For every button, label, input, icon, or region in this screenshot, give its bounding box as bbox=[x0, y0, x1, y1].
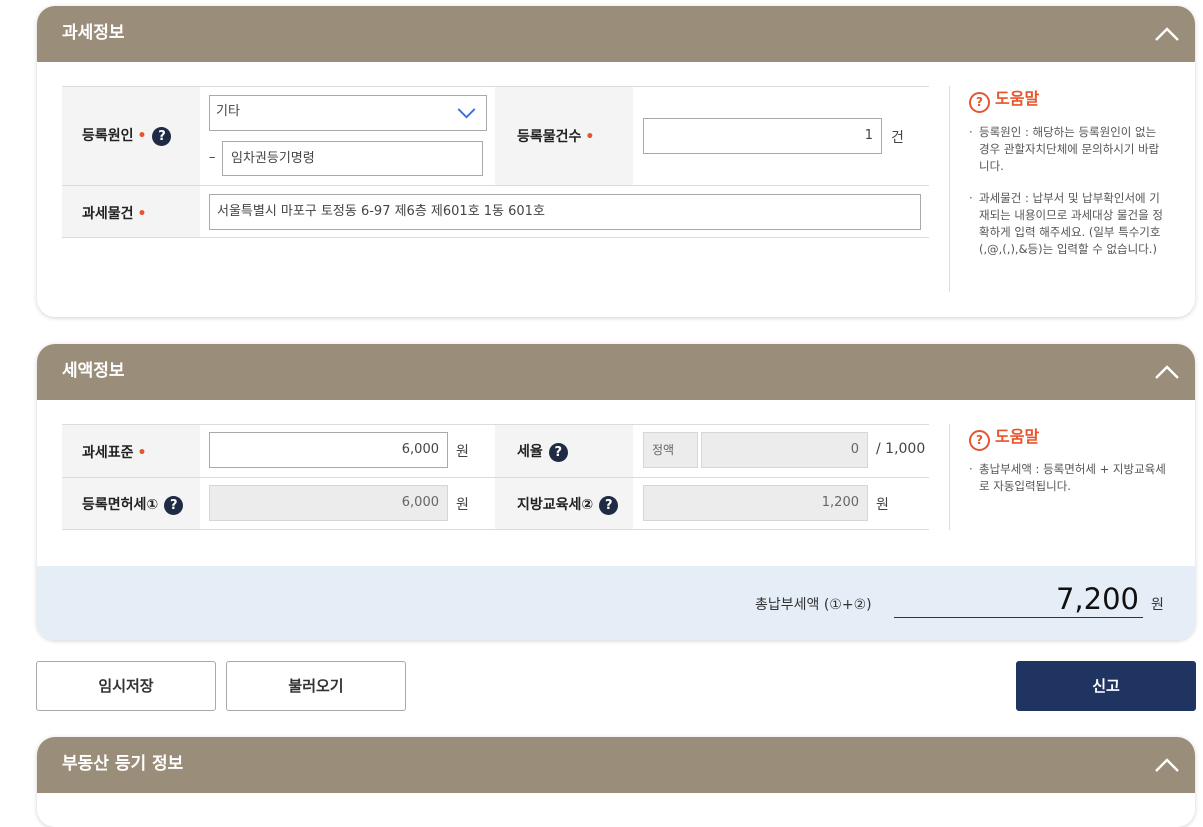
help-title: ? 도움말 bbox=[969, 423, 1039, 451]
reg-cause-selected: 기타 bbox=[216, 104, 240, 119]
tax-info-title: 과세정보 bbox=[62, 23, 125, 43]
reg-count-unit: 건 bbox=[891, 130, 904, 146]
tax-amount-title: 세액정보 bbox=[62, 361, 125, 381]
divider bbox=[62, 237, 929, 238]
required-mark: • bbox=[137, 128, 147, 144]
help-circle-icon: ? bbox=[969, 92, 990, 113]
help-title: ? 도움말 bbox=[969, 85, 1039, 113]
reg-cause-detail-input[interactable]: 임차권등기명령 bbox=[222, 141, 483, 176]
tax-object-label-text: 과세물건 bbox=[82, 206, 134, 222]
tax-rate-label: 세율? bbox=[517, 441, 568, 462]
local-edu-tax-unit: 원 bbox=[876, 497, 889, 513]
reg-count-label-text: 등록물건수 bbox=[517, 129, 582, 145]
tax-rate-label-text: 세율 bbox=[517, 444, 543, 460]
help-divider bbox=[949, 86, 950, 292]
help-circle-icon: ? bbox=[969, 430, 990, 451]
total-underline bbox=[894, 617, 1143, 618]
total-bar: 총납부세액 (①+②) 7,200 원 bbox=[37, 566, 1195, 640]
temp-save-button[interactable]: 임시저장 bbox=[36, 661, 216, 711]
load-button[interactable]: 불러오기 bbox=[226, 661, 406, 711]
local-edu-tax-value: 1,200 bbox=[643, 485, 868, 521]
total-label: 총납부세액 (①+②) bbox=[755, 597, 872, 613]
tax-base-label: 과세표준 • bbox=[82, 442, 146, 462]
realestate-header[interactable]: 부동산 등기 정보 bbox=[37, 737, 1195, 793]
help-title-text: 도움말 bbox=[995, 427, 1040, 446]
tax-amount-header[interactable]: 세액정보 bbox=[37, 344, 1195, 400]
help-title-text: 도움말 bbox=[995, 89, 1040, 108]
submit-button[interactable]: 신고 bbox=[1016, 661, 1196, 711]
local-edu-tax-label: 지방교육세②? bbox=[517, 494, 619, 515]
reg-cause-label: 등록원인 •? bbox=[82, 125, 172, 146]
help-question-icon[interactable]: ? bbox=[152, 126, 172, 146]
tax-info-header[interactable]: 과세정보 bbox=[37, 6, 1195, 62]
help-item: 등록원인 : 해당하는 등록원인이 없는 경우 관할자치단체에 문의하시기 바랍… bbox=[969, 124, 1169, 175]
required-mark: • bbox=[137, 206, 147, 222]
tax-object-label: 과세물건 • bbox=[82, 203, 146, 223]
reg-license-tax-value: 6,000 bbox=[209, 485, 448, 521]
tax-base-unit: 원 bbox=[456, 444, 469, 460]
chevron-up-icon[interactable] bbox=[1153, 358, 1181, 386]
tax-rate-type: 정액 bbox=[643, 432, 698, 468]
chevron-up-icon[interactable] bbox=[1153, 20, 1181, 48]
help-question-icon[interactable]: ? bbox=[599, 495, 619, 515]
tax-base-input[interactable]: 6,000 bbox=[209, 432, 448, 468]
tax-base-label-text: 과세표준 bbox=[82, 445, 134, 461]
help-question-icon[interactable]: ? bbox=[548, 442, 568, 462]
realestate-panel: 부동산 등기 정보 bbox=[37, 737, 1195, 827]
help-item: 과세물건 : 납부서 및 납부확인서에 기재되는 내용이므로 과세대상 물건을 … bbox=[969, 190, 1169, 258]
local-edu-tax-label-text: 지방교육세② bbox=[517, 497, 594, 513]
help-divider bbox=[949, 424, 950, 530]
dash-separator: – bbox=[209, 150, 216, 165]
reg-count-input[interactable]: 1 bbox=[643, 118, 882, 154]
reg-count-label: 등록물건수 • bbox=[517, 126, 594, 146]
chevron-down-icon bbox=[457, 108, 476, 119]
reg-license-tax-label-text: 등록면허세① bbox=[82, 497, 159, 513]
divider bbox=[62, 529, 929, 530]
reg-cause-label-text: 등록원인 bbox=[82, 128, 134, 144]
tax-info-panel: 과세정보 등록원인 •? 기타 – 임차권등기명령 등록물건수 • 1 건 과세물건… bbox=[37, 6, 1195, 317]
chevron-up-icon[interactable] bbox=[1153, 751, 1181, 779]
required-mark: • bbox=[585, 129, 595, 145]
tax-rate-value: 0 bbox=[701, 432, 868, 468]
help-item: 총납부세액 : 등록면허세 + 지방교육세로 자동입력됩니다. bbox=[969, 461, 1169, 495]
help-question-icon[interactable]: ? bbox=[164, 495, 184, 515]
reg-license-tax-label: 등록면허세①? bbox=[82, 494, 184, 515]
realestate-title: 부동산 등기 정보 bbox=[62, 754, 184, 774]
total-unit: 원 bbox=[1151, 597, 1164, 613]
reg-license-tax-unit: 원 bbox=[456, 497, 469, 513]
tax-object-input[interactable]: 서울특별시 마포구 토정동 6-97 제6층 제601호 1동 601호 bbox=[209, 194, 921, 230]
required-mark: • bbox=[137, 445, 147, 461]
tax-rate-suffix: / 1,000 bbox=[876, 441, 926, 457]
tax-amount-panel: 세액정보 과세표준 • 6,000 원 세율? 정액 0 / 1,000 등록면허… bbox=[37, 344, 1195, 640]
total-value: 7,200 bbox=[1055, 582, 1139, 616]
reg-cause-select[interactable]: 기타 bbox=[209, 95, 487, 131]
